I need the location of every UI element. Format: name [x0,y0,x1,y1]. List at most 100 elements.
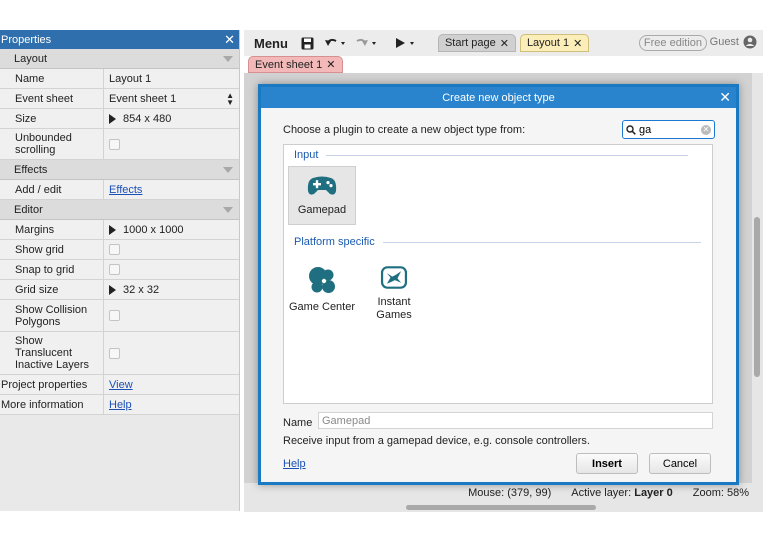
prop-project-properties-value: View [104,375,239,394]
search-input[interactable] [639,123,695,136]
tab-event-sheet-1[interactable]: Event sheet 1 ✕ [248,56,343,73]
plugin-name: Gamepad [297,204,347,216]
prop-more-info-value: Help [104,395,239,414]
prop-row-unbounded: Unbounded scrolling [0,129,239,160]
instant-games-icon [380,266,408,289]
size-value-text: 854 x 480 [123,112,172,125]
name-field[interactable] [318,412,713,429]
expand-arrow-icon[interactable] [109,224,116,235]
expand-arrow-icon[interactable] [109,113,116,124]
event-sheet-select[interactable]: Event sheet 1 ▲ ▼ [104,89,239,108]
prop-row-event-sheet: Event sheet Event sheet 1 ▲ ▼ [0,89,239,109]
tab-start-page[interactable]: Start page ✕ [437,34,516,52]
horizontal-scroll-thumb[interactable] [406,505,596,510]
vertical-scroll-thumb[interactable] [754,217,760,377]
cancel-button[interactable]: Cancel [649,453,711,474]
prop-label: Event sheet [0,89,104,108]
prop-label: Name [0,69,104,88]
section-layout[interactable]: Layout [0,49,239,69]
section-editor[interactable]: Editor [0,200,239,220]
plugin-name: Game Center [288,301,356,313]
redo-icon[interactable] [356,37,378,49]
clear-search-icon[interactable]: ✕ [701,124,711,135]
active-layer: Active layer: Layer 0 [571,487,673,499]
collapse-icon[interactable] [223,206,233,213]
dialog-prompt: Choose a plugin to create a new object t… [283,124,526,136]
prop-row-margins: Margins 1000 x 1000 [0,220,239,240]
event-sheet-select-value: Event sheet 1 [109,92,177,105]
category-platform-specific: Platform specific [294,236,701,248]
select-updown-icon: ▲ ▼ [226,90,234,107]
prop-label: Size [0,109,104,128]
vertical-scrollbar[interactable] [752,73,763,483]
plugin-search[interactable]: ✕ [622,120,715,139]
unbounded-checkbox[interactable] [109,138,120,150]
category-input-label: Input [294,149,319,161]
prop-row-name: Name Layout 1 [0,69,239,89]
prop-label: Project properties [0,375,104,394]
tab-start-page-label: Start page [444,37,496,49]
create-object-dialog: Create new object type ✕ Choose a plugin… [258,84,739,485]
tab-close-icon[interactable]: ✕ [573,37,582,50]
prop-row-show-translucent: Show Translucent Inactive Layers [0,332,239,375]
plugin-instant-games[interactable]: Instant Games [360,258,428,322]
expand-arrow-icon[interactable] [109,284,116,295]
plugin-description: Receive input from a gamepad device, e.g… [283,435,590,447]
tab-close-icon[interactable]: ✕ [326,58,335,71]
category-divider [326,154,689,156]
effects-link[interactable]: Effects [109,184,142,196]
prop-show-collision-value [104,300,239,331]
dialog-help-link[interactable]: Help [283,458,306,470]
search-icon [626,124,636,135]
plugin-game-center[interactable]: Game Center [288,258,356,322]
prop-name-value[interactable]: Layout 1 [104,69,239,88]
section-effects[interactable]: Effects [0,160,239,180]
prop-row-show-collision: Show Collision Polygons [0,300,239,332]
view-link[interactable]: View [109,379,133,391]
preview-play-icon[interactable] [395,37,417,49]
save-icon[interactable] [301,37,314,50]
tab-event-sheet-label: Event sheet 1 [255,58,323,71]
menu-button[interactable]: Menu [244,36,296,51]
edition-badge[interactable]: Free edition [638,35,707,51]
prop-row-size: Size 854 x 480 [0,109,239,129]
user-avatar-icon[interactable] [743,35,757,52]
tab-close-icon[interactable]: ✕ [500,37,509,50]
undo-icon[interactable] [324,37,346,49]
snap-grid-checkbox[interactable] [109,264,120,275]
user-name[interactable]: Guest [710,36,739,48]
insert-button[interactable]: Insert [576,453,638,474]
prop-row-show-grid: Show grid [0,240,239,260]
plugin-name: Instant Games [376,296,412,321]
collapse-icon[interactable] [223,55,233,62]
dialog-title-bar: Create new object type ✕ [261,87,736,108]
gamepad-icon [307,176,337,195]
tab-layout-1[interactable]: Layout 1 ✕ [519,34,590,52]
help-link[interactable]: Help [109,399,132,411]
main-toolbar: Menu Start page ✕ Layout 1 ✕ Free editio… [244,30,763,56]
show-grid-checkbox[interactable] [109,244,120,255]
prop-row-snap-grid: Snap to grid [0,260,239,280]
prop-grid-size-value[interactable]: 32 x 32 [104,280,239,299]
prop-show-translucent-value [104,332,239,374]
prop-margins-value[interactable]: 1000 x 1000 [104,220,239,239]
section-layout-label: Layout [14,52,48,65]
prop-label: Show grid [0,240,104,259]
prop-row-more-info: More information Help [0,395,239,415]
prop-label: Margins [0,220,104,239]
category-divider [382,241,701,243]
plugin-gamepad[interactable]: Gamepad [288,166,356,225]
collapse-icon[interactable] [223,166,233,173]
section-editor-label: Editor [14,203,43,216]
prop-size-value[interactable]: 854 x 480 [104,109,239,128]
properties-header: Properties ✕ [0,30,239,49]
prop-label: Add / edit [0,180,104,199]
properties-close-icon[interactable]: ✕ [224,33,235,46]
prop-label: Show Translucent Inactive Layers [0,332,104,374]
plugin-list[interactable]: Input Gamepad Platform specific Game Cen… [283,144,713,404]
horizontal-scrollbar[interactable] [244,503,763,512]
show-translucent-checkbox[interactable] [109,347,120,359]
dialog-close-icon[interactable]: ✕ [719,89,731,105]
show-collision-checkbox[interactable] [109,310,120,321]
status-bar: Mouse: (379, 99) Active layer: Layer 0 Z… [244,483,763,503]
